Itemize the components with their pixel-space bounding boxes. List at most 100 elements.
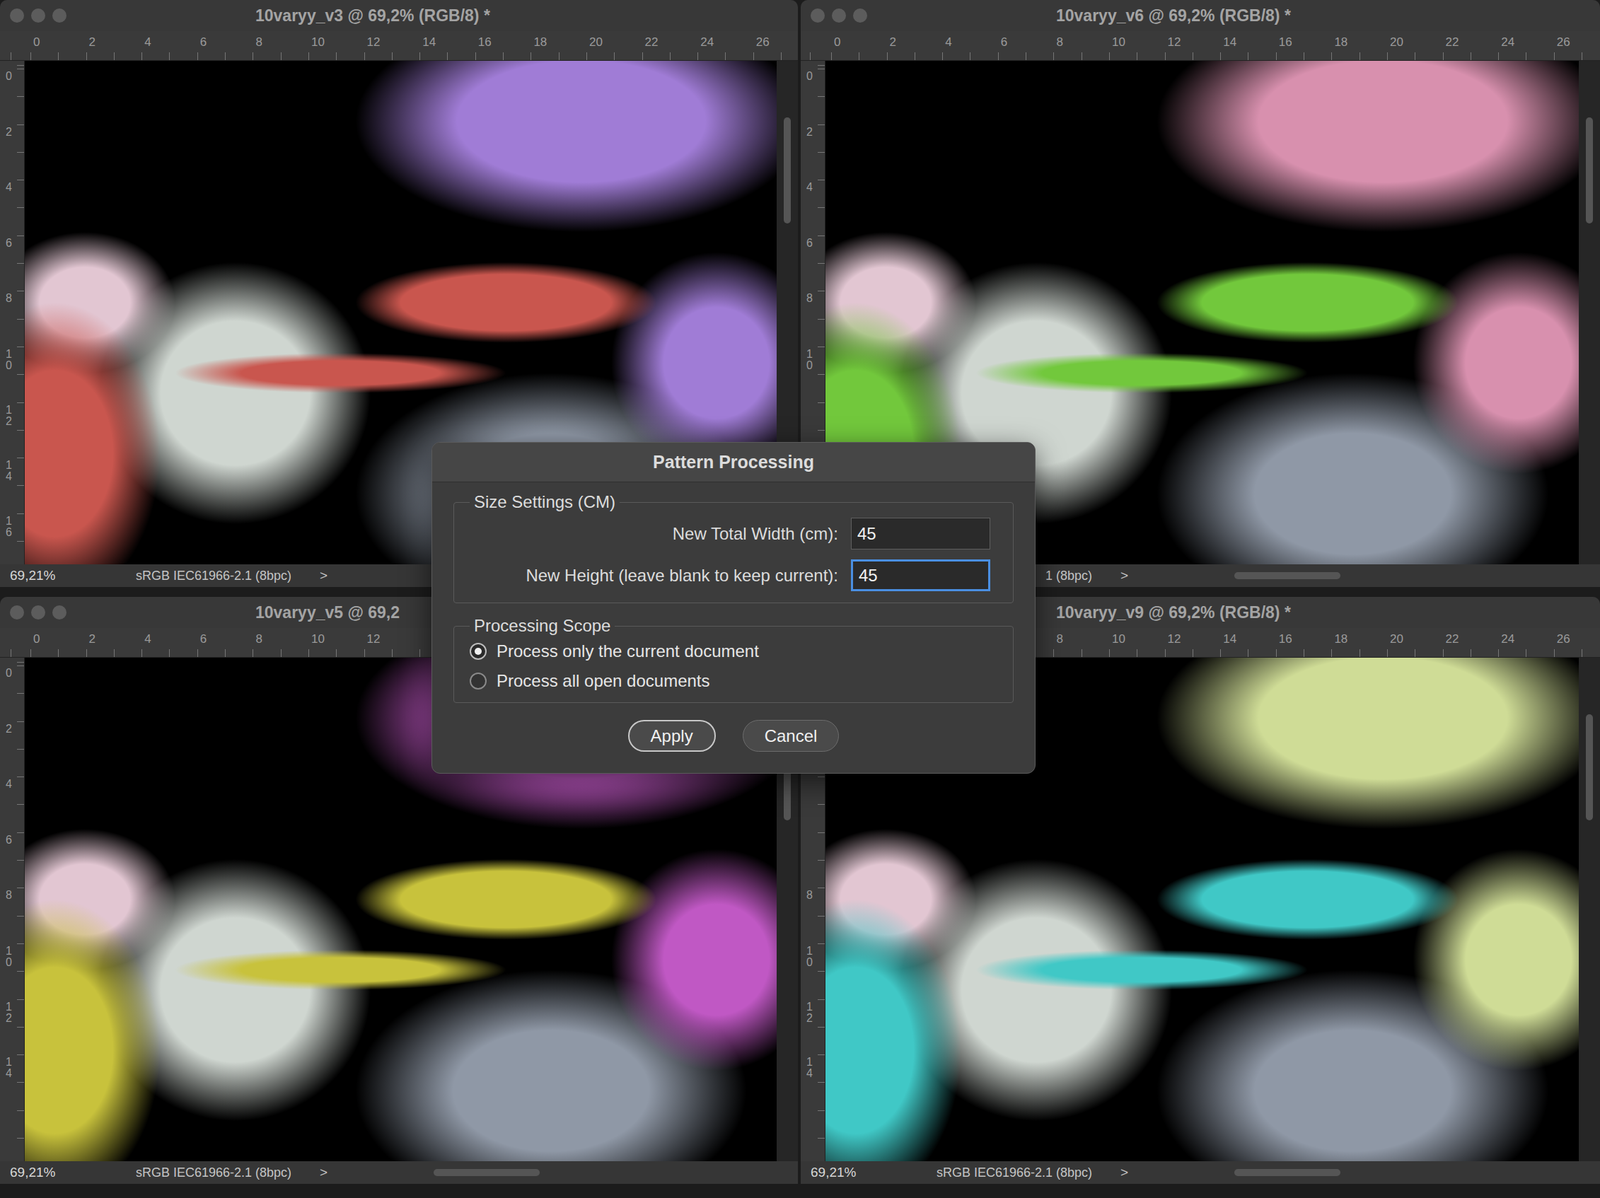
ruler-label: 12 [367,632,381,647]
scroll-thumb[interactable] [1585,117,1593,224]
ruler-label: 18 [1334,35,1348,50]
radio-dot [474,647,482,655]
zoom-level[interactable]: 69,21% [0,1164,101,1181]
minimize-button[interactable] [31,8,46,23]
ruler-label: 8 [255,632,262,647]
dialog-button[interactable]: Cancel [742,720,840,752]
ruler-label: 8 [806,292,813,305]
ruler-label: 8 [806,889,813,902]
ruler-label: 8 [5,292,13,305]
ruler-label: 2 [89,632,96,647]
ruler-label: 4 [5,778,13,791]
close-button[interactable] [9,605,25,620]
ruler-label: 4 [945,35,952,50]
desktop: 10varyy_v3 @ 69,2% (RGB/8) *024681012141… [0,0,1600,1198]
ruler-label: 22 [645,35,659,50]
scroll-thumb[interactable] [433,1169,540,1177]
processing-scope: Processing ScopeProcess only the current… [453,616,1014,704]
ruler-label: 10 [806,945,813,969]
zoom-level[interactable]: 69,21% [800,1164,902,1181]
text-field[interactable] [850,517,991,550]
ruler-label: 2 [806,126,813,138]
close-button[interactable] [9,8,25,23]
ruler-label: 24 [1500,35,1515,50]
ruler-label: 22 [1445,632,1460,647]
zoom-level[interactable]: 69,21% [0,567,101,584]
window-title: 10varyy_v9 @ 69,2% (RGB/8) * [1056,603,1291,623]
field-row: New Height (leave blank to keep current)… [469,559,998,592]
field-row: New Total Width (cm): [469,517,998,550]
color-profile: sRGB IEC61966-2.1 (8bpc) [100,568,292,584]
ruler-label: 12 [1167,35,1182,50]
ruler-label: 16 [478,35,492,50]
zoom-button[interactable] [853,8,868,23]
minimize-button[interactable] [31,605,46,620]
ruler-label: 20 [1389,35,1404,50]
ruler-label: 12 [806,1001,813,1025]
ruler-label: 12 [1167,632,1182,647]
status-menu-arrow[interactable]: > [1120,1164,1129,1181]
ruler-label: 26 [1556,632,1571,647]
zoom-button[interactable] [52,8,67,23]
ruler-label: 12 [5,1001,13,1025]
scroll-thumb[interactable] [783,117,791,224]
ruler-label: 6 [5,834,13,846]
ruler-label: 20 [1389,632,1404,647]
vertical-scrollbar[interactable] [1578,657,1600,1162]
window-title: 10varyy_v6 @ 69,2% (RGB/8) * [1056,6,1291,26]
ruler-label: 14 [5,1056,13,1080]
radio-button[interactable] [469,642,487,660]
scroll-thumb[interactable] [1234,1169,1341,1177]
radio-button[interactable] [469,672,487,690]
radio-option[interactable]: Process all open documents [469,671,998,692]
ruler-label: 8 [1056,632,1063,647]
ruler-label: 8 [1056,35,1063,50]
ruler-label: 10 [311,632,325,647]
scroll-thumb[interactable] [1234,572,1341,580]
vertical-scrollbar[interactable] [1578,60,1600,565]
dialog-title: Pattern Processing [432,442,1035,483]
size-settings: Size Settings (CM) New Total Width (cm): N… [453,492,1014,604]
text-field[interactable] [850,559,991,592]
zoom-button[interactable] [52,605,67,620]
status-menu-arrow[interactable]: > [319,567,328,584]
ruler-label: 14 [422,35,436,50]
radio-label[interactable]: Process only the current document [496,641,759,662]
color-profile: sRGB IEC61966-2.1 (8bpc) [901,1165,1093,1181]
dialog-button[interactable]: Apply [628,720,716,752]
ruler-label: 20 [589,35,603,50]
ruler-label: 2 [889,35,897,50]
scroll-thumb[interactable] [1585,714,1593,821]
left-ruler: 0246810121416 [0,60,25,565]
ruler-label: 4 [144,35,151,50]
ruler-label: 2 [5,723,13,735]
title-bar[interactable]: 10varyy_v3 @ 69,2% (RGB/8) * [0,0,798,32]
status-bar: 69,21%sRGB IEC61966-2.1 (8bpc)> [0,1161,798,1185]
ruler-label: 10 [5,348,13,372]
pattern-dialog: Pattern Processing Size Settings (CM) New … [431,442,1036,774]
radio-label[interactable]: Process all open documents [496,671,711,692]
ruler-label: 6 [200,632,207,647]
ruler-label: 2 [89,35,96,50]
group-legend: Size Settings (CM) [469,492,620,513]
ruler-label: 0 [33,632,40,647]
close-button[interactable] [810,8,825,23]
ruler-label: 0 [33,35,40,50]
ruler-label: 6 [200,35,207,50]
ruler-label: 22 [1445,35,1460,50]
top-ruler: 02468101214161820222426 [800,31,1600,61]
ruler-label: 10 [1111,632,1126,647]
ruler-label: 0 [806,70,813,83]
ruler-label: 18 [1334,632,1348,647]
status-menu-arrow[interactable]: > [319,1164,328,1181]
field-label: New Total Width (cm): [469,524,839,544]
status-menu-arrow[interactable]: > [1120,567,1129,584]
radio-option[interactable]: Process only the current document [469,641,998,662]
ruler-label: 4 [806,181,813,194]
ruler-label: 6 [806,237,813,249]
title-bar[interactable]: 10varyy_v6 @ 69,2% (RGB/8) * [800,0,1600,32]
dialog-body: Size Settings (CM) New Total Width (cm): N… [432,482,1035,774]
ruler-label: 24 [700,35,714,50]
ruler-label: 16 [1278,632,1293,647]
minimize-button[interactable] [831,8,846,23]
